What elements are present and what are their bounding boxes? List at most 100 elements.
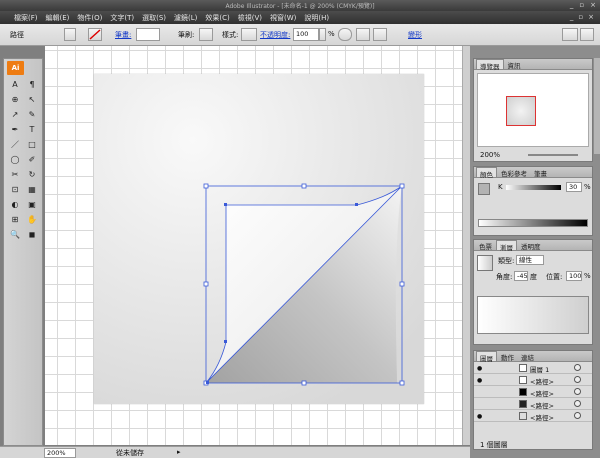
- isolate-icon[interactable]: [356, 28, 370, 41]
- tab-layers[interactable]: 圖層: [476, 351, 497, 363]
- tool-button[interactable]: ⊡: [8, 184, 22, 196]
- tool-button[interactable]: T: [25, 124, 39, 136]
- tool-button[interactable]: ✐: [25, 154, 39, 166]
- minimize-button[interactable]: _: [570, 1, 574, 9]
- tool-button[interactable]: ◯: [8, 154, 22, 166]
- tool-button[interactable]: ✂: [8, 169, 22, 181]
- transform-link[interactable]: 變形: [408, 30, 422, 40]
- tool-button[interactable]: ▣: [25, 199, 39, 211]
- close-button[interactable]: ×: [590, 1, 596, 9]
- layer-name[interactable]: <路徑>: [530, 388, 554, 398]
- target-icon[interactable]: [574, 376, 581, 383]
- canvas-area[interactable]: [45, 46, 470, 445]
- tab-actions[interactable]: 動作: [498, 351, 517, 362]
- menu-object[interactable]: 物件(O): [77, 13, 102, 23]
- tab-transparency[interactable]: 透明度: [518, 240, 544, 251]
- align-icon[interactable]: [373, 28, 387, 41]
- tab-swatches[interactable]: 色票: [476, 240, 495, 251]
- visibility-eye-icon[interactable]: ●: [477, 365, 482, 372]
- gradient-slider[interactable]: [477, 296, 589, 334]
- navigator-view-box[interactable]: [506, 96, 536, 126]
- tool-button[interactable]: ✒: [8, 124, 22, 136]
- menu-file[interactable]: 檔案(F): [14, 13, 38, 23]
- location-field[interactable]: 100: [566, 271, 582, 281]
- status-arrow-icon[interactable]: ▸: [177, 448, 181, 456]
- menu-type[interactable]: 文字(T): [110, 13, 134, 23]
- tool-button[interactable]: ⊞: [8, 214, 22, 226]
- tool-button[interactable]: ✋: [25, 214, 39, 226]
- target-icon[interactable]: [574, 412, 581, 419]
- stroke-swatch[interactable]: [88, 28, 102, 41]
- visibility-eye-icon[interactable]: ●: [477, 413, 482, 420]
- tab-info[interactable]: 資訊: [505, 59, 524, 70]
- tab-stroke[interactable]: 筆畫: [531, 167, 550, 178]
- maximize-button[interactable]: ▫: [579, 1, 584, 9]
- tool-button[interactable]: □: [25, 139, 39, 151]
- opacity-field[interactable]: 100: [293, 28, 319, 41]
- k-slider[interactable]: [506, 185, 561, 190]
- canvas-artwork[interactable]: [45, 46, 470, 445]
- color-spectrum[interactable]: [478, 219, 588, 227]
- vertical-scrollbar[interactable]: [462, 46, 470, 445]
- layer-name[interactable]: <路徑>: [530, 412, 554, 422]
- layer-row[interactable]: <路徑>: [474, 387, 592, 398]
- control-menu-icon[interactable]: [580, 28, 594, 41]
- menu-edit[interactable]: 編輯(E): [46, 13, 70, 23]
- fill-color-swatch[interactable]: [478, 183, 490, 195]
- opacity-dropdown[interactable]: [319, 28, 326, 41]
- tool-button[interactable]: ／: [8, 139, 22, 151]
- tool-button[interactable]: ¶: [25, 79, 39, 91]
- doc-minimize-button[interactable]: _: [570, 13, 574, 21]
- workspace-icon[interactable]: [562, 28, 578, 41]
- stroke-label[interactable]: 筆畫:: [115, 30, 131, 40]
- layer-row[interactable]: ● 圖層 1: [474, 363, 592, 374]
- menu-window[interactable]: 視窗(W): [270, 13, 296, 23]
- layer-name[interactable]: <路徑>: [530, 376, 554, 386]
- doc-close-button[interactable]: ×: [588, 13, 594, 21]
- target-icon[interactable]: [574, 400, 581, 407]
- tab-color-guide[interactable]: 色彩參考: [498, 167, 530, 178]
- doc-restore-button[interactable]: ▫: [578, 13, 583, 21]
- tool-button[interactable]: ◼: [25, 229, 39, 241]
- brush-dropdown[interactable]: [199, 28, 213, 41]
- tool-button[interactable]: ⊕: [8, 94, 22, 106]
- tool-button[interactable]: ↖: [25, 94, 39, 106]
- target-icon[interactable]: [574, 388, 581, 395]
- angle-field[interactable]: -45: [514, 271, 528, 281]
- tab-links[interactable]: 連結: [518, 351, 537, 362]
- visibility-eye-icon[interactable]: ●: [477, 377, 482, 384]
- tool-button[interactable]: A: [8, 79, 22, 91]
- gradient-type-dropdown[interactable]: 線性: [516, 255, 544, 265]
- tool-button[interactable]: ↻: [25, 169, 39, 181]
- tool-button[interactable]: ▦: [25, 184, 39, 196]
- layer-row[interactable]: <路徑>: [474, 399, 592, 410]
- tab-gradient[interactable]: 漸層: [496, 240, 517, 252]
- layer-row[interactable]: ● <路徑>: [474, 375, 592, 386]
- navigator-zoom[interactable]: 200%: [480, 151, 500, 159]
- tool-button[interactable]: ◐: [8, 199, 22, 211]
- tab-color[interactable]: 顏色: [476, 167, 497, 179]
- tool-button[interactable]: ✎: [25, 109, 39, 121]
- navigator-zoom-slider[interactable]: [528, 154, 578, 156]
- menu-filter[interactable]: 濾鏡(L): [174, 13, 197, 23]
- tool-button[interactable]: 🔍: [8, 229, 22, 241]
- style-dropdown[interactable]: [241, 28, 257, 41]
- opacity-label[interactable]: 不透明度:: [260, 30, 290, 40]
- k-value-field[interactable]: 30: [566, 182, 582, 192]
- target-icon[interactable]: [574, 364, 581, 371]
- recolor-icon[interactable]: [338, 28, 352, 41]
- navigator-preview[interactable]: [477, 73, 589, 147]
- fill-swatch[interactable]: [64, 28, 76, 41]
- stroke-weight-field[interactable]: [136, 28, 160, 41]
- menu-view[interactable]: 檢視(V): [238, 13, 262, 23]
- menu-help[interactable]: 說明(H): [304, 13, 329, 23]
- zoom-field[interactable]: 200%: [44, 448, 76, 458]
- tab-navigator[interactable]: 導覽器: [476, 59, 504, 71]
- layer-name[interactable]: 圖層 1: [530, 364, 549, 374]
- menu-select[interactable]: 選取(S): [142, 13, 166, 23]
- save-status[interactable]: 從未儲存: [116, 448, 144, 458]
- layer-row[interactable]: ● <路徑>: [474, 411, 592, 422]
- menu-effect[interactable]: 效果(C): [205, 13, 229, 23]
- layer-name[interactable]: <路徑>: [530, 400, 554, 410]
- tool-button[interactable]: ↗: [8, 109, 22, 121]
